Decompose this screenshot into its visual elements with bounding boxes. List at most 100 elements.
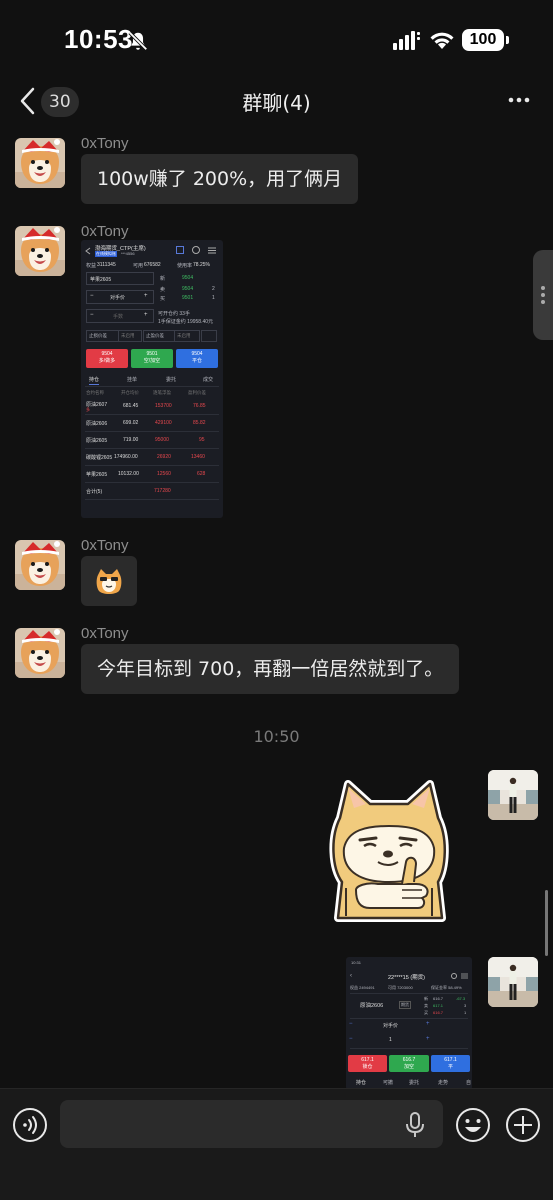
position-name: 苹果2605 — [86, 472, 108, 478]
position-diff: 95 — [199, 437, 205, 443]
menu-icon — [461, 973, 468, 979]
scrollbar[interactable] — [545, 890, 548, 956]
refresh-icon — [451, 973, 457, 979]
margin-info: 1手保证金约 19958.40元 — [158, 319, 214, 325]
plus-icon[interactable] — [505, 1107, 541, 1143]
status-time: 10:53 — [64, 24, 133, 54]
sender-name: 0xTony — [81, 223, 129, 240]
lots-value: 1 — [389, 1037, 392, 1043]
position-side: 多 — [86, 407, 90, 412]
close-button: 617.1 平 — [431, 1055, 470, 1072]
wifi-icon — [430, 32, 454, 49]
time-divider: 10:50 — [253, 727, 300, 746]
message-row: 0xTony 今年目标到 700，再翻一倍居然就到了。 — [0, 625, 553, 698]
position-name: 原油2606 — [86, 421, 108, 427]
instrument-tag: 期货 — [399, 1001, 411, 1009]
orderbook-vol: 1 — [212, 295, 215, 301]
shiba-emoji-icon — [96, 569, 122, 594]
stop-price-label: 止盈价差 — [146, 333, 164, 338]
self-avatar[interactable] — [488, 770, 538, 820]
avatar[interactable] — [15, 226, 65, 276]
unused-label: 未启用 — [121, 333, 135, 338]
refresh-icon — [192, 246, 200, 254]
input-bar — [0, 1088, 553, 1200]
message-row: 0xTony 100w赚了 200%，用了俩月 — [0, 135, 553, 208]
message-row: 0xTony — [0, 537, 553, 610]
back-chevron-icon[interactable] — [18, 86, 38, 116]
usage-value: 保证金率 58.49% — [431, 985, 462, 990]
position-pnl: 26920 — [157, 454, 171, 460]
bell-off-icon — [128, 31, 148, 51]
short-button: 616.7 加空 — [389, 1055, 429, 1072]
tab-pending: 挂单 — [127, 377, 138, 383]
tab-positions: 持仓 — [89, 377, 100, 383]
position-avg: 681.45 — [123, 403, 139, 409]
available-label: 可用 — [133, 263, 144, 269]
shiba-thumbs-up-sticker[interactable] — [326, 778, 452, 928]
unread-count-badge[interactable]: 30 — [41, 87, 79, 117]
menu-icon — [208, 247, 216, 254]
self-avatar[interactable] — [488, 957, 538, 1007]
position-name: 碳酸锂2605 — [86, 455, 113, 461]
total-value: 717280 — [154, 488, 171, 494]
close-button: 9504 平仓 — [176, 349, 218, 368]
orderbook-price: 9501 — [182, 295, 194, 301]
position-avg: 10132.00 — [118, 471, 139, 477]
image-message-trading-screenshot[interactable]: 渤海期货_CTP(主席) 在线模拟账 ***4556 权益 3111345 可用… — [81, 240, 223, 518]
signal-icon — [393, 31, 420, 50]
available-value: 可用 7203000 — [388, 985, 413, 990]
available-value: 676582 — [144, 262, 161, 268]
position-diff: 76.85 — [193, 403, 206, 409]
position-diff: 13460 — [191, 454, 205, 460]
avatar[interactable] — [15, 628, 65, 678]
position-pnl: 95000 — [155, 437, 169, 443]
position-pnl: 12560 — [157, 471, 171, 477]
side-drawer-handle[interactable] — [533, 250, 553, 340]
col-header: 逐笔浮盈 — [153, 390, 171, 395]
instrument-name: 原油2606 — [360, 1003, 384, 1009]
can-open: 可开仓约 33手 — [158, 311, 190, 317]
lock-button: 617.1 锁仓 — [348, 1055, 387, 1072]
message-bubble[interactable]: 100w赚了 200%，用了俩月 — [81, 154, 359, 204]
calendar-icon — [176, 246, 184, 254]
stop-price-label: 止损价差 — [89, 333, 107, 338]
col-header: 开仓均价 — [121, 390, 139, 395]
more-options-icon[interactable] — [504, 88, 534, 112]
tab-orders: 委托 — [166, 377, 177, 383]
position-avg: 174960.00 — [114, 454, 138, 460]
position-pnl: 153700 — [155, 403, 172, 409]
price-mode: 对手价 — [383, 1023, 399, 1029]
orderbook-vol: 2 — [212, 286, 215, 292]
message-bubble[interactable]: 今年目标到 700，再翻一倍居然就到了。 — [81, 644, 460, 694]
chat-title: 群聊(4) — [242, 91, 311, 115]
usage-value: 78.25% — [193, 262, 210, 268]
buy-button: 9504 多/做多 — [86, 349, 128, 368]
avatar[interactable] — [15, 540, 65, 590]
account-id: ***4556 — [121, 251, 135, 256]
image-message-trading-screenshot[interactable]: 10:31 ‹ 22****15 (期货) 权益 2494491 可用 7203… — [346, 957, 472, 1090]
total-label: 合计(5) — [86, 489, 103, 495]
equity-value: 3111345 — [97, 262, 116, 268]
position-avg: 699.02 — [123, 420, 139, 426]
avatar[interactable] — [15, 138, 65, 188]
back-arrow-icon — [85, 247, 91, 255]
sender-name: 0xTony — [81, 135, 129, 152]
status-bar: 10:53 100 — [0, 0, 553, 80]
voice-mode-icon[interactable] — [12, 1107, 48, 1143]
instrument-name: 苹果2605 — [90, 277, 112, 283]
sender-name: 0xTony — [81, 625, 129, 642]
orderbook-price: 9504 — [182, 286, 194, 292]
equity-value: 权益 2494491 — [350, 985, 375, 990]
orderbook-label: 新 — [160, 276, 166, 282]
account-name: 22****15 (期货) — [388, 975, 425, 981]
emoji-icon[interactable] — [455, 1107, 491, 1143]
emoji-bubble[interactable] — [81, 556, 137, 606]
lots-placeholder: 手数 — [113, 314, 124, 320]
position-diff: 628 — [197, 471, 206, 477]
microphone-icon[interactable] — [403, 1112, 427, 1138]
orderbook-label: 买 — [160, 296, 166, 302]
position-avg: 719.00 — [123, 437, 139, 443]
orderbook-price: 9504 — [182, 275, 194, 281]
message-input[interactable] — [60, 1100, 443, 1148]
tab-trades: 成交 — [203, 377, 214, 383]
